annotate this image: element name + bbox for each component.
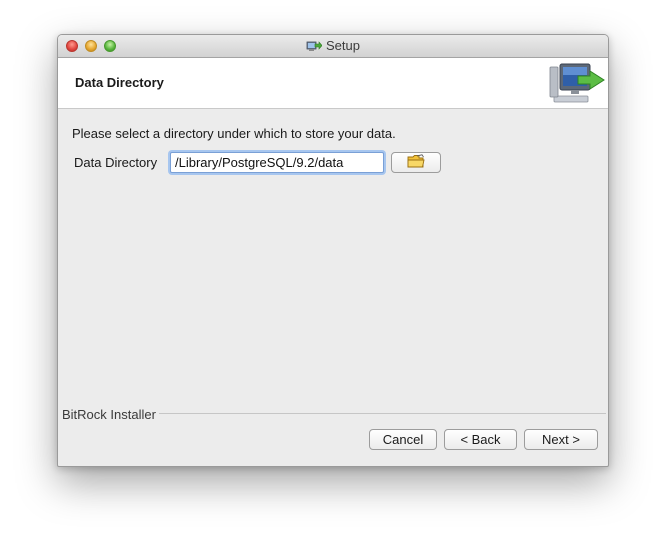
window-title-wrap: Setup xyxy=(58,35,608,57)
title-bar: Setup xyxy=(58,35,608,58)
page-header: Data Directory xyxy=(58,58,608,109)
page-title: Data Directory xyxy=(75,75,164,90)
next-button[interactable]: Next > xyxy=(524,429,598,450)
back-button[interactable]: < Back xyxy=(444,429,517,450)
installer-brand-label: BitRock Installer xyxy=(62,407,159,422)
instruction-text: Please select a directory under which to… xyxy=(72,126,396,141)
folder-icon xyxy=(407,153,425,172)
data-directory-label: Data Directory xyxy=(74,155,158,170)
computer-install-icon xyxy=(548,62,606,111)
cancel-button[interactable]: Cancel xyxy=(369,429,437,450)
installer-icon xyxy=(306,37,323,59)
window-title: Setup xyxy=(326,38,360,53)
data-directory-input[interactable] xyxy=(170,152,384,173)
setup-window: Setup Data Directory Please select a dir… xyxy=(57,34,609,467)
browse-button[interactable] xyxy=(391,152,441,173)
